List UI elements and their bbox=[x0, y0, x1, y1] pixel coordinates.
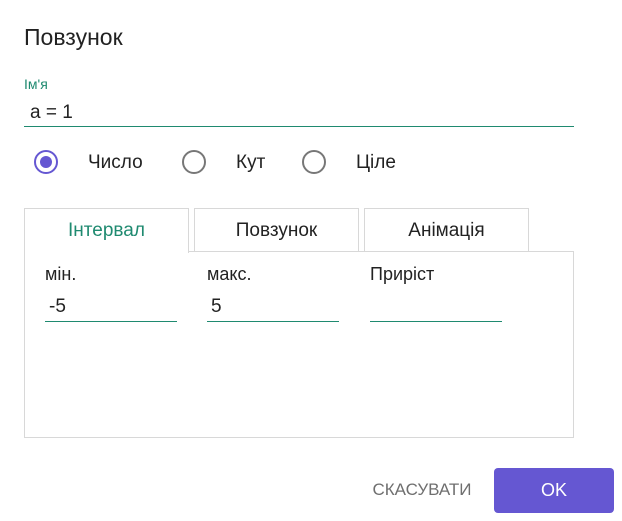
radio-unchecked-icon bbox=[302, 150, 326, 174]
ok-button[interactable]: OK bbox=[494, 468, 614, 513]
radio-angle-label: Кут bbox=[236, 152, 266, 173]
min-field: мін. bbox=[45, 264, 177, 322]
step-field: Приріст bbox=[370, 264, 502, 322]
slider-dialog: Повзунок Ім'я Число Кут Ціле Інтервал По… bbox=[0, 0, 622, 521]
min-input[interactable] bbox=[45, 292, 177, 322]
min-label: мін. bbox=[45, 264, 77, 284]
radio-integer-label: Ціле bbox=[356, 152, 396, 173]
name-input[interactable] bbox=[24, 99, 574, 127]
radio-number-label: Число bbox=[88, 152, 143, 173]
max-input[interactable] bbox=[207, 292, 339, 322]
tab-slider[interactable]: Повзунок bbox=[194, 208, 359, 252]
radio-checked-icon bbox=[34, 150, 58, 174]
dialog-title: Повзунок bbox=[24, 24, 123, 50]
tab-animation[interactable]: Анімація bbox=[364, 208, 529, 252]
tab-bar: Інтервал Повзунок Анімація bbox=[24, 208, 574, 253]
radio-unchecked-icon bbox=[182, 150, 206, 174]
max-label: макс. bbox=[207, 264, 252, 284]
max-field: макс. bbox=[207, 264, 339, 322]
step-input[interactable] bbox=[370, 292, 502, 322]
step-label: Приріст bbox=[370, 264, 435, 284]
cancel-button[interactable]: СКАСУВАТИ bbox=[360, 470, 484, 510]
name-label: Ім'я bbox=[24, 76, 48, 92]
tab-interval[interactable]: Інтервал bbox=[24, 208, 189, 253]
interval-panel: мін. макс. Приріст bbox=[24, 251, 574, 438]
